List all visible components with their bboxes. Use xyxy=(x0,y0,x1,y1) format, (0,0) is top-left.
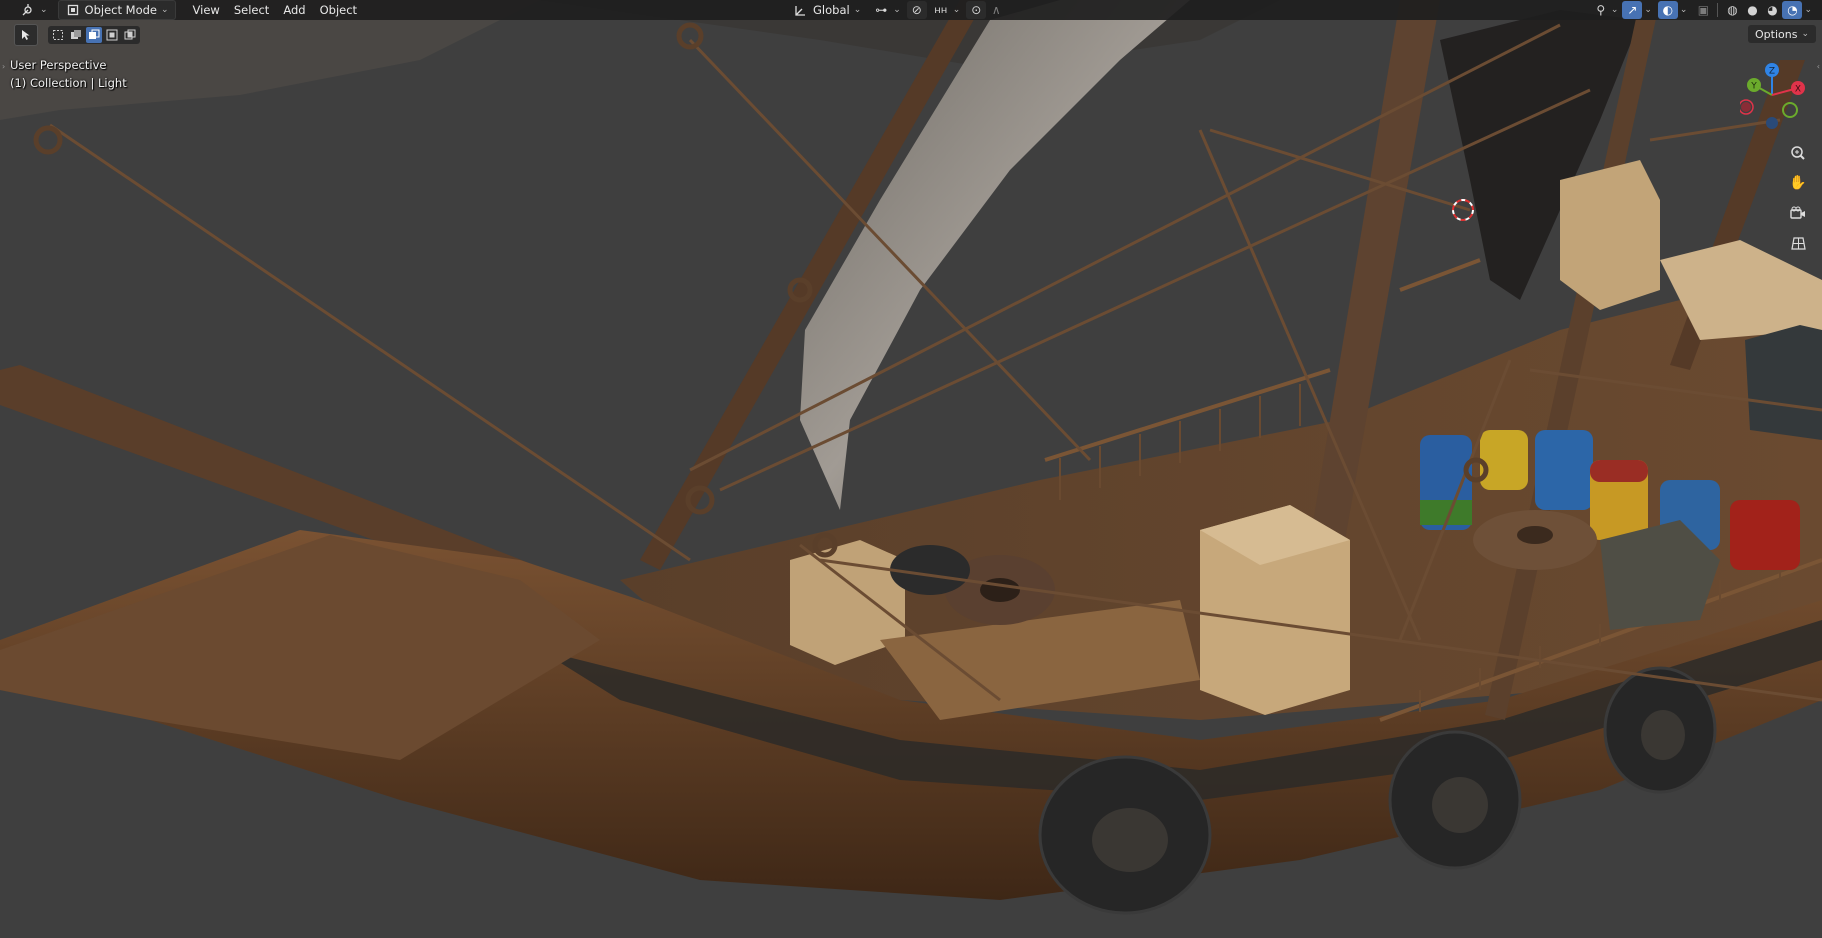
tool-settings xyxy=(14,24,140,46)
toolbar-expand-arrow-icon[interactable]: › xyxy=(2,62,5,71)
overlays-toggle-icon[interactable]: ◐ xyxy=(1657,1,1678,19)
gizmo-z-label: Z xyxy=(1769,67,1775,77)
proportional-editing-icon[interactable]: ⊙ xyxy=(966,1,987,19)
select-intersect-icon[interactable] xyxy=(122,27,138,43)
rendered-shading-icon[interactable]: ◔ xyxy=(1782,1,1803,19)
chevron-down-icon: ⌄ xyxy=(1610,5,1619,15)
gizmo-toggle-icon[interactable]: ↗ xyxy=(1622,1,1643,19)
chevron-down-icon: ⌄ xyxy=(1801,29,1809,39)
wireframe-shading-icon[interactable]: ◍ xyxy=(1722,1,1742,19)
select-subtract-icon[interactable] xyxy=(86,27,102,43)
fore-mast xyxy=(640,0,985,570)
collection-label: (1) Collection | Light xyxy=(10,76,127,90)
chevron-down-icon: ⌄ xyxy=(1804,5,1812,15)
snap-increment-icon: ʜʜ xyxy=(934,4,948,16)
menu-view[interactable]: View xyxy=(186,3,227,17)
transform-orientation-icon xyxy=(792,2,808,18)
chevron-down-icon: ⌄ xyxy=(853,5,862,15)
chevron-down-icon: ⌄ xyxy=(1644,5,1652,15)
pivot-point-dropdown[interactable]: ⊶ ⌄ xyxy=(867,1,907,19)
pan-hand-icon[interactable]: ✋ xyxy=(1787,172,1809,194)
falloff-icon[interactable]: ∧ xyxy=(986,1,1006,19)
divider xyxy=(1717,3,1719,17)
options-dropdown[interactable]: Options ⌄ xyxy=(1748,25,1816,43)
material-preview-icon[interactable]: ◕ xyxy=(1762,1,1782,19)
viewport-header: ⌄ Object Mode ⌄ View Select Add Object G… xyxy=(0,0,1822,20)
3d-viewport[interactable]: ⌄ Object Mode ⌄ View Select Add Object G… xyxy=(0,0,1822,938)
visibility-icon[interactable]: ⚲ xyxy=(1591,1,1611,19)
gizmo-x-label: X xyxy=(1795,85,1801,95)
solid-shading-icon[interactable]: ● xyxy=(1742,1,1762,19)
3d-viewport-icon xyxy=(20,2,36,18)
menu-select[interactable]: Select xyxy=(227,3,276,17)
select-invert-icon[interactable] xyxy=(104,27,120,43)
object-mode-icon xyxy=(65,2,81,18)
select-extend-icon[interactable] xyxy=(68,27,84,43)
sidebar-expand-arrow-icon[interactable]: ‹ xyxy=(1817,62,1820,71)
selection-mode-group xyxy=(48,26,140,44)
mode-dropdown[interactable]: Object Mode ⌄ xyxy=(57,0,176,20)
select-new-icon[interactable] xyxy=(50,27,66,43)
chevron-down-icon: ⌄ xyxy=(161,5,169,15)
chevron-down-icon: ⌄ xyxy=(40,5,48,15)
chevron-down-icon: ⌄ xyxy=(952,5,961,15)
chevron-down-icon: ⌄ xyxy=(1679,5,1688,15)
editor-type-button[interactable]: ⌄ xyxy=(14,1,54,19)
cursor-arrow-icon xyxy=(18,27,34,43)
orientation-label: Global xyxy=(813,3,850,17)
menu-object[interactable]: Object xyxy=(313,3,364,17)
gizmo-y-label: Y xyxy=(1750,82,1757,92)
ortho-grid-icon[interactable] xyxy=(1787,232,1809,254)
pivot-point-icon: ⊶ xyxy=(875,3,888,17)
camera-view-icon[interactable] xyxy=(1787,202,1809,224)
xray-toggle-icon[interactable]: ▣ xyxy=(1693,1,1713,19)
snap-target-dropdown[interactable]: ʜʜ ⌄ xyxy=(927,1,967,19)
orientation-dropdown[interactable]: Global ⌄ xyxy=(786,1,867,19)
select-tool-button[interactable] xyxy=(14,24,38,46)
menu-add[interactable]: Add xyxy=(276,3,312,17)
navigation-gizmo[interactable]: Z Y X xyxy=(1740,55,1820,130)
snap-toggle-icon[interactable]: ⊘ xyxy=(906,1,927,19)
ship-scene[interactable] xyxy=(0,0,1822,938)
perspective-label: User Perspective xyxy=(10,58,107,72)
chevron-down-icon: ⌄ xyxy=(893,5,901,15)
options-label: Options xyxy=(1755,27,1798,41)
zoom-icon[interactable] xyxy=(1787,142,1809,164)
mode-label: Object Mode xyxy=(84,3,157,17)
